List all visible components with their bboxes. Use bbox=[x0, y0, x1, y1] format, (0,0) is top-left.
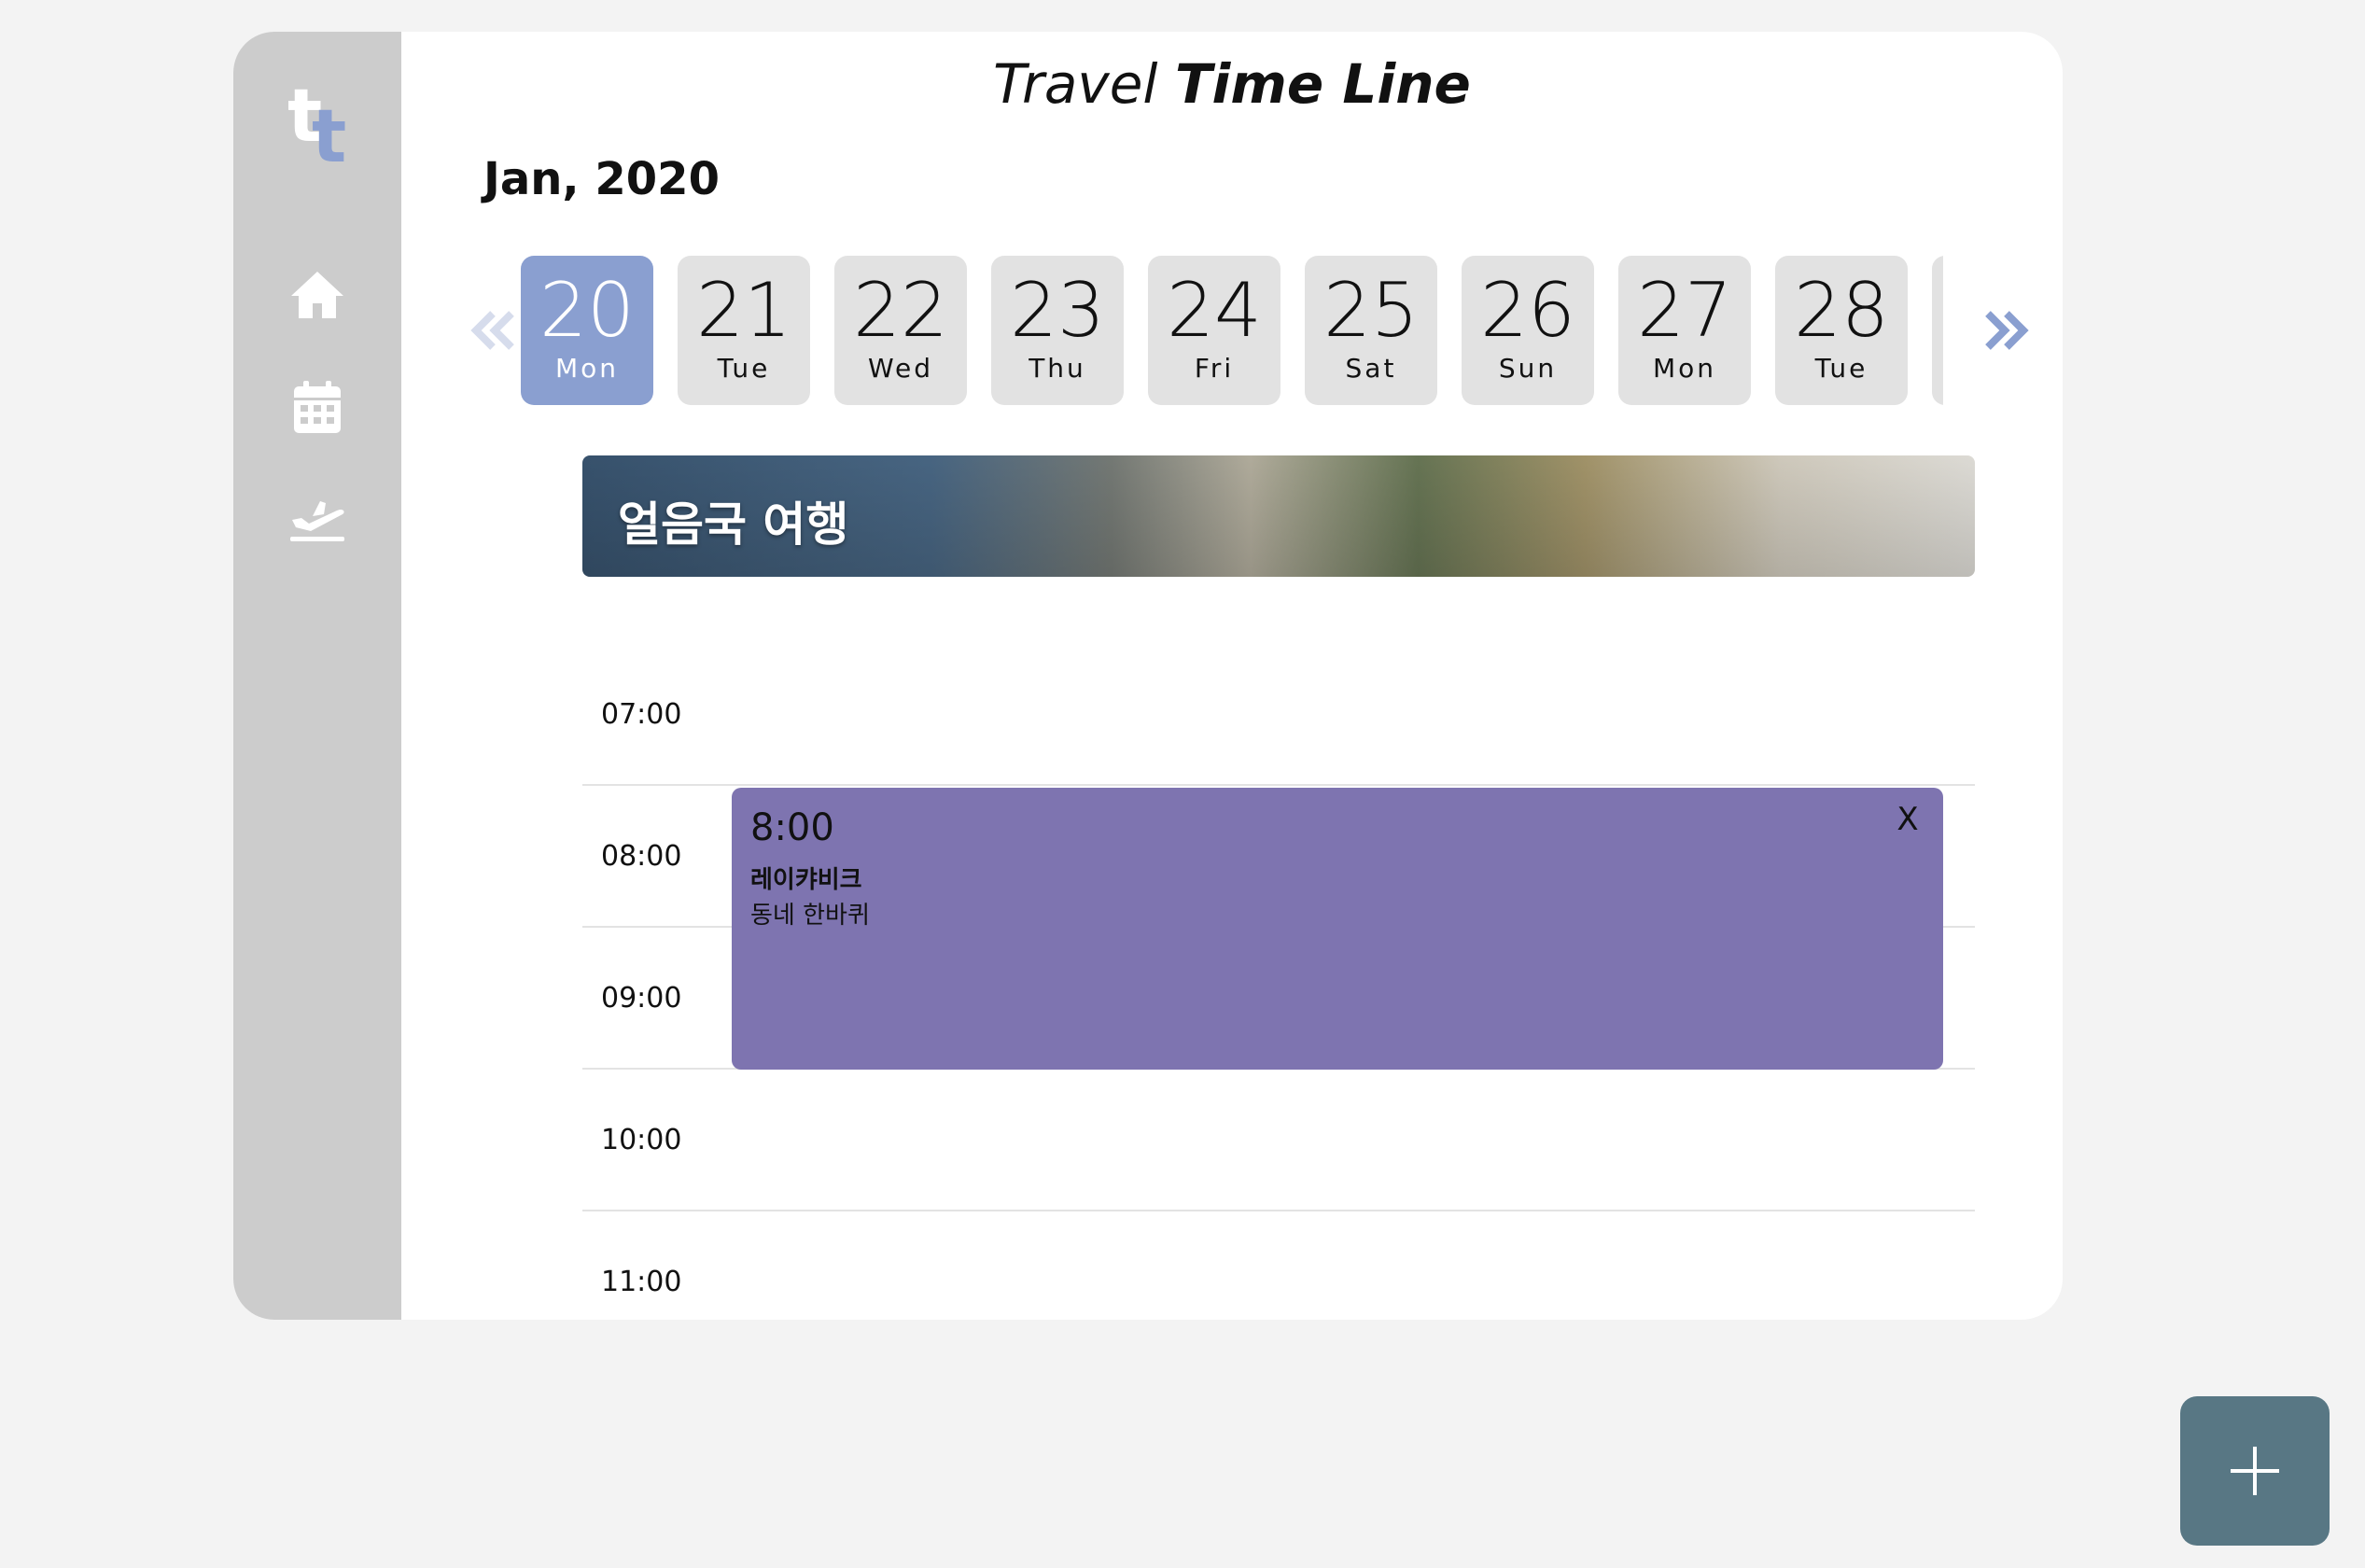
day-weekday: Sun bbox=[1498, 353, 1558, 384]
hour-label: 10:00 bbox=[601, 1124, 682, 1156]
day-weekday: Sat bbox=[1345, 353, 1397, 384]
day-tile[interactable]: 24 Fri bbox=[1148, 256, 1280, 405]
day-number: 27 bbox=[1637, 267, 1732, 354]
day-weekday: Fri bbox=[1194, 353, 1235, 384]
hour-label: 08:00 bbox=[601, 840, 682, 873]
day-tile[interactable]: 26 Sun bbox=[1462, 256, 1594, 405]
day-number: 25 bbox=[1323, 267, 1419, 354]
home-icon bbox=[291, 272, 343, 318]
event-place: 레이캬비크 bbox=[750, 866, 862, 894]
day-weekday: Wed bbox=[867, 353, 934, 384]
day-number: 22 bbox=[853, 267, 948, 354]
day-number: 28 bbox=[1794, 267, 1889, 354]
day-number: 24 bbox=[1167, 267, 1262, 354]
day-tile-partial[interactable] bbox=[1932, 256, 1943, 405]
day-weekday: Mon bbox=[1652, 353, 1717, 384]
date-strip: 20 Mon 21 Tue 22 Wed 23 Thu 24 Fri 25 Sat 26 Sun 27 Mon… bbox=[442, 256, 2063, 414]
day-weekday: Mon bbox=[554, 353, 620, 384]
next-dates-button[interactable] bbox=[1973, 293, 2038, 368]
day-tile[interactable]: 22 Wed bbox=[834, 256, 967, 405]
day-tile[interactable]: 28 Tue bbox=[1775, 256, 1908, 405]
calendar-icon bbox=[294, 381, 341, 433]
double-chevron-right-icon bbox=[1985, 311, 2029, 350]
hour-label: 07:00 bbox=[601, 698, 682, 731]
day-weekday: Tue bbox=[1814, 353, 1868, 384]
hour-row: 11:00 bbox=[582, 1211, 1975, 1320]
day-number: 26 bbox=[1480, 267, 1575, 354]
day-tile[interactable]: 20 Mon bbox=[521, 256, 653, 405]
app-title-part2: Time Line bbox=[1174, 52, 1471, 116]
flight-icon bbox=[290, 501, 344, 541]
plus-icon bbox=[2231, 1447, 2279, 1495]
event-time: 8:00 bbox=[750, 806, 834, 849]
hour-row: 07:00 bbox=[582, 644, 1975, 786]
double-chevron-left-icon bbox=[470, 311, 514, 350]
event-close-button[interactable]: X bbox=[1887, 799, 1928, 840]
day-weekday: Thu bbox=[1029, 353, 1086, 384]
logo-letter-2: t bbox=[312, 95, 347, 179]
sidebar-item-home[interactable] bbox=[287, 265, 347, 325]
app-logo[interactable]: t t bbox=[287, 80, 353, 174]
day-list: 20 Mon 21 Tue 22 Wed 23 Thu 24 Fri 25 Sat 26 Sun 27 Mon… bbox=[521, 256, 1943, 407]
trip-banner[interactable]: 얼음국 여행 bbox=[582, 455, 1975, 577]
sidebar-item-calendar[interactable] bbox=[287, 377, 347, 437]
event-description: 동네 한바퀴 bbox=[750, 902, 870, 930]
day-tile[interactable]: 23 Thu bbox=[991, 256, 1124, 405]
month-label: Jan, 2020 bbox=[483, 153, 720, 205]
day-number: 20 bbox=[539, 267, 635, 354]
timeline: 07:00 08:00 09:00 10:00 11:00 8:00 레이캬비크… bbox=[582, 644, 1975, 1320]
app-title: Travel Time Line bbox=[401, 52, 2063, 116]
day-number: 23 bbox=[1010, 267, 1105, 354]
day-tile[interactable]: 25 Sat bbox=[1305, 256, 1437, 405]
day-number: 21 bbox=[696, 267, 791, 354]
sidebar: t t bbox=[233, 32, 401, 1320]
prev-dates-button[interactable] bbox=[461, 293, 526, 368]
hour-label: 09:00 bbox=[601, 982, 682, 1015]
hour-label: 11:00 bbox=[601, 1266, 682, 1298]
add-event-button[interactable] bbox=[2180, 1396, 2330, 1546]
day-tile[interactable]: 27 Mon bbox=[1618, 256, 1751, 405]
trip-title: 얼음국 여행 bbox=[618, 497, 849, 552]
sidebar-item-flight[interactable] bbox=[287, 489, 347, 549]
day-tile[interactable]: 21 Tue bbox=[678, 256, 810, 405]
app-window: t t Travel Time Line Jan, 2020 20 Mon 21… bbox=[233, 32, 2063, 1320]
day-weekday: Tue bbox=[717, 353, 771, 384]
event-card[interactable]: 8:00 레이캬비크 동네 한바퀴 X bbox=[732, 788, 1943, 1070]
app-title-part1: Travel bbox=[993, 52, 1158, 116]
hour-row: 10:00 bbox=[582, 1070, 1975, 1211]
